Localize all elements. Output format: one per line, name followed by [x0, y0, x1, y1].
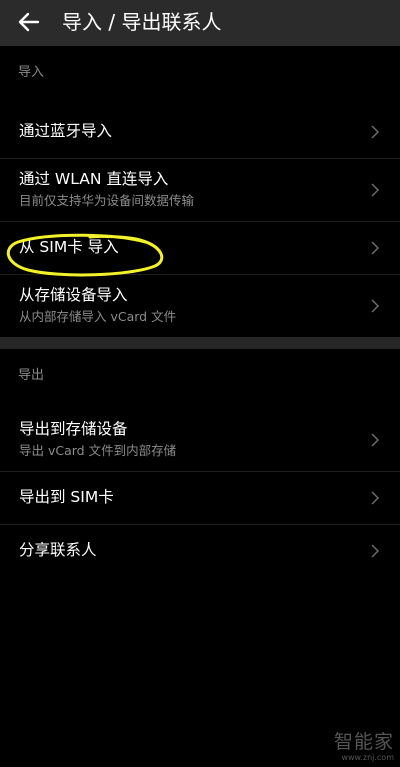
- watermark: 智能家 www.znj.com: [334, 731, 394, 763]
- chevron-right-icon: [371, 241, 380, 255]
- section-header-import: 导入: [18, 65, 45, 80]
- import-storage-item[interactable]: 从存储设备导入 从内部存储导入 vCard 文件: [0, 275, 400, 337]
- item-title: 从 SIM卡 导入: [19, 238, 119, 256]
- watermark-url: www.znj.com: [341, 753, 394, 762]
- section-header-export: 导出: [18, 368, 45, 383]
- back-button[interactable]: [12, 6, 48, 40]
- chevron-right-icon: [371, 544, 380, 558]
- item-title: 通过蓝牙导入: [19, 122, 113, 140]
- item-title: 导出到 SIM卡: [19, 488, 114, 506]
- content: 导入 通过蓝牙导入 通过 WLAN 直连导入 目前仅支持华为设备间数据传输 从 …: [0, 46, 400, 577]
- app-bar: 导入 / 导出联系人: [0, 0, 400, 46]
- import-bluetooth-item[interactable]: 通过蓝牙导入: [0, 106, 400, 159]
- chevron-right-icon: [371, 183, 380, 197]
- item-title: 从存储设备导入: [19, 286, 128, 304]
- chevron-right-icon: [371, 299, 380, 313]
- item-title: 导出到存储设备: [19, 420, 128, 438]
- item-subtitle: 导出 vCard 文件到内部存储: [19, 443, 177, 458]
- item-title: 通过 WLAN 直连导入: [19, 170, 169, 188]
- page-title: 导入 / 导出联系人: [62, 10, 222, 34]
- item-subtitle: 从内部存储导入 vCard 文件: [19, 309, 177, 324]
- share-contacts-item[interactable]: 分享联系人: [0, 525, 400, 577]
- item-title: 分享联系人: [19, 541, 97, 559]
- watermark-logo: 智能家: [333, 731, 394, 753]
- chevron-right-icon: [371, 125, 380, 139]
- item-subtitle: 目前仅支持华为设备间数据传输: [19, 193, 195, 208]
- export-sim-item[interactable]: 导出到 SIM卡: [0, 472, 400, 525]
- import-wlan-direct-item[interactable]: 通过 WLAN 直连导入 目前仅支持华为设备间数据传输: [0, 159, 400, 222]
- chevron-right-icon: [371, 491, 380, 505]
- import-sim-item[interactable]: 从 SIM卡 导入: [0, 222, 400, 275]
- chevron-right-icon: [371, 433, 380, 447]
- export-storage-item[interactable]: 导出到存储设备 导出 vCard 文件到内部存储: [0, 409, 400, 472]
- section-divider: [0, 337, 400, 349]
- arrow-left-icon: [18, 12, 40, 32]
